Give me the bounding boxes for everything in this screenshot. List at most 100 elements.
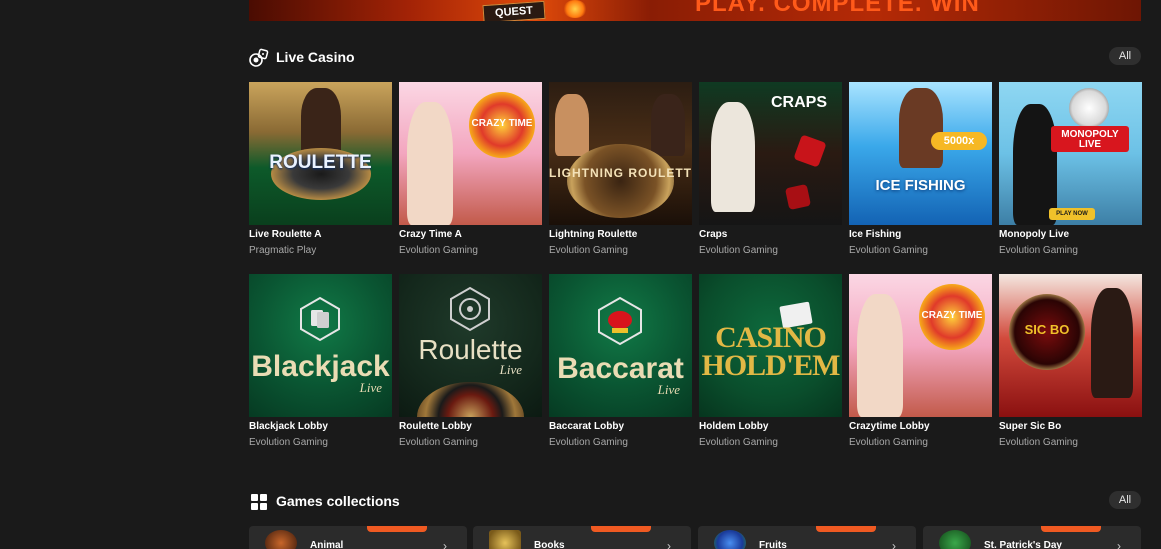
game-provider: Evolution Gaming: [999, 245, 1078, 256]
collections-header: Games collections All: [249, 490, 1141, 514]
game-provider: Evolution Gaming: [549, 245, 628, 256]
game-card[interactable]: Baccarat Live Baccarat Lobby Evolution G…: [549, 274, 692, 448]
game-card[interactable]: Blackjack Live Blackjack Lobby Evolution…: [249, 274, 392, 448]
tile-accent: [1041, 526, 1101, 532]
section-title: Games collections: [276, 493, 400, 509]
host-figure: [1091, 288, 1133, 398]
game-thumbnail[interactable]: CRAZY TIME: [399, 82, 542, 225]
promo-banner[interactable]: QUEST PLAY. COMPLETE. WIN: [249, 0, 1141, 21]
host-figure: [899, 88, 943, 168]
game-thumbnail[interactable]: Roulette Live: [399, 274, 542, 417]
mr-monopoly-icon: [1069, 88, 1109, 128]
live-casino-header: Live Casino All: [249, 46, 1141, 70]
roulette-emblem-icon: [450, 286, 490, 332]
game-name: Ice Fishing: [849, 229, 902, 240]
game-card[interactable]: ROULETTE Live Roulette A Pragmatic Play: [249, 82, 392, 256]
game-thumbnail[interactable]: Blackjack Live: [249, 274, 392, 417]
dice-icon: [784, 183, 812, 211]
baccarat-emblem-icon: [598, 296, 642, 346]
roulette-wheel: [417, 382, 524, 417]
collection-tile[interactable]: St. Patrick's Day ›: [923, 526, 1141, 549]
game-thumbnail[interactable]: CASINO HOLD'EM: [699, 274, 842, 417]
live-script-label: Live: [499, 362, 522, 377]
live-script-label: Live: [359, 380, 382, 395]
game-card[interactable]: Roulette Live Roulette Lobby Evolution G…: [399, 274, 542, 448]
multiplier-badge: 5000x: [931, 132, 987, 150]
game-name: Lightning Roulette: [549, 229, 638, 240]
dice-icon: [793, 134, 827, 168]
game-thumbnail[interactable]: CRAZY TIME: [849, 274, 992, 417]
game-card[interactable]: MONOPOLY LIVE PLAY NOW Monopoly Live Evo…: [999, 82, 1142, 256]
section-title: Live Casino: [276, 49, 355, 65]
play-now-badge: PLAY NOW: [1049, 208, 1095, 220]
banner-slogan: PLAY. COMPLETE. WIN: [695, 0, 980, 17]
game-provider: Evolution Gaming: [699, 245, 778, 256]
game-provider: Evolution Gaming: [849, 245, 928, 256]
collection-tile[interactable]: Fruits ›: [698, 526, 916, 549]
game-provider: Pragmatic Play: [249, 245, 317, 256]
game-provider: Evolution Gaming: [699, 437, 778, 448]
game-card[interactable]: 5000x ICE FISHING Ice Fishing Evolution …: [849, 82, 992, 256]
fire-orb-icon: [563, 0, 587, 18]
game-name: Monopoly Live: [999, 229, 1069, 240]
game-card[interactable]: SIC BO Super Sic Bo Evolution Gaming: [999, 274, 1142, 448]
tile-accent: [591, 526, 651, 532]
game-thumbnail[interactable]: SIC BO: [999, 274, 1142, 417]
host-figure: [857, 294, 903, 417]
game-thumbnail[interactable]: ROULETTE: [249, 82, 392, 225]
game-name: Blackjack Lobby: [249, 421, 328, 432]
roulette-wheel: [567, 144, 674, 218]
live-script-label: Live: [657, 382, 680, 397]
game-name: Roulette Lobby: [399, 421, 472, 432]
chevron-right-icon: ›: [667, 539, 671, 549]
game-provider: Evolution Gaming: [399, 437, 478, 448]
game-card[interactable]: CRAPS Craps Evolution Gaming: [699, 82, 842, 256]
dealer-figure: [711, 102, 755, 212]
game-card[interactable]: LIGHTNING ROULETTE Lightning Roulette Ev…: [549, 82, 692, 256]
leprechaun-icon: [939, 530, 971, 549]
game-thumbnail[interactable]: LIGHTNING ROULETTE: [549, 82, 692, 225]
host-figure: [407, 102, 453, 225]
collection-tile[interactable]: Animal ›: [249, 526, 467, 549]
tile-label: Fruits: [759, 540, 787, 549]
tile-label: St. Patrick's Day: [984, 540, 1062, 549]
collections-all-button[interactable]: All: [1109, 491, 1141, 509]
game-name: Live Roulette A: [249, 229, 322, 240]
game-name: Craps: [699, 229, 728, 240]
collection-tile[interactable]: Books ›: [473, 526, 691, 549]
game-name: Crazytime Lobby: [849, 421, 930, 432]
quest-badge: QUEST: [482, 0, 546, 21]
chevron-right-icon: ›: [443, 539, 447, 549]
game-thumbnail[interactable]: Baccarat Live: [549, 274, 692, 417]
game-card[interactable]: CASINO HOLD'EM Holdem Lobby Evolution Ga…: [699, 274, 842, 448]
dealer-figure: [651, 94, 685, 156]
game-card[interactable]: CRAZY TIME Crazytime Lobby Evolution Gam…: [849, 274, 992, 448]
game-name: Super Sic Bo: [999, 421, 1062, 432]
game-thumbnail[interactable]: 5000x ICE FISHING: [849, 82, 992, 225]
book-icon: [489, 530, 521, 549]
chips-dice-icon: [249, 48, 269, 67]
game-thumbnail[interactable]: MONOPOLY LIVE PLAY NOW: [999, 82, 1142, 225]
collections-row: Animal › Books › Fruits › St. Patrick's …: [249, 526, 1141, 549]
game-provider: Evolution Gaming: [249, 437, 328, 448]
animal-icon: [265, 530, 297, 549]
chevron-right-icon: ›: [892, 539, 896, 549]
host-figure: [1013, 104, 1057, 225]
tile-label: Animal: [310, 540, 344, 549]
game-provider: Evolution Gaming: [549, 437, 628, 448]
game-name: Crazy Time A: [399, 229, 462, 240]
cards-emblem-icon: [300, 296, 340, 342]
game-provider: Evolution Gaming: [399, 245, 478, 256]
game-provider: Evolution Gaming: [849, 437, 928, 448]
game-card[interactable]: CRAZY TIME Crazy Time A Evolution Gaming: [399, 82, 542, 256]
game-name: Baccarat Lobby: [549, 421, 625, 432]
game-thumbnail[interactable]: CRAPS: [699, 82, 842, 225]
tile-accent: [367, 526, 427, 532]
fruit-icon: [714, 530, 746, 549]
grid-icon: [251, 494, 267, 510]
tile-label: Books: [534, 540, 565, 549]
chevron-right-icon: ›: [1117, 539, 1121, 549]
live-casino-all-button[interactable]: All: [1109, 47, 1141, 65]
tile-accent: [816, 526, 876, 532]
dealer-figure: [555, 94, 589, 156]
